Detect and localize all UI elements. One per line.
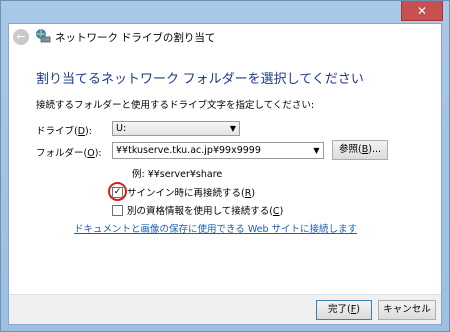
folder-value: ¥¥tkuserve.tku.ac.jp¥99x9999	[116, 145, 261, 156]
drive-value: U:	[116, 123, 127, 134]
finish-button[interactable]: 完了(F)	[316, 300, 372, 320]
window-title: ネットワーク ドライブの割り当て	[55, 32, 216, 44]
close-button[interactable]: ✕	[401, 1, 443, 21]
close-icon: ✕	[416, 3, 428, 18]
other-credentials-label: 別の資格情報を使用して接続する(C)	[127, 206, 284, 217]
web-site-link[interactable]: ドキュメントと画像の保存に使用できる Web サイトに接続します	[74, 221, 357, 235]
page-title: 割り当てるネットワーク フォルダーを選択してください	[36, 71, 364, 86]
cancel-button[interactable]: キャンセル	[378, 300, 436, 320]
wizard-window: ✕ ← ネットワーク ドライブの割り当て 割り当てるネットワーク フォルダーを選…	[0, 0, 450, 332]
network-drive-icon	[36, 29, 51, 43]
reconnect-checkbox[interactable]: ✓	[112, 186, 123, 198]
example-text: 例: ¥¥server¥share	[132, 169, 223, 180]
browse-button[interactable]: 参照(B)...	[332, 140, 388, 160]
chevron-down-icon[interactable]: ▼	[309, 143, 323, 158]
back-arrow-icon: ←	[16, 30, 26, 43]
drive-letter-select[interactable]: U: ▼	[112, 121, 240, 136]
wizard-content: ← ネットワーク ドライブの割り当て 割り当てるネットワーク フォルダーを選択し…	[8, 23, 442, 325]
wizard-header: ← ネットワーク ドライブの割り当て	[9, 24, 441, 50]
wizard-footer: 完了(F) キャンセル	[9, 294, 441, 324]
folder-label: フォルダー(O):	[36, 148, 102, 159]
reconnect-label: サインイン時に再接続する(R)	[127, 188, 256, 199]
instruction-text: 接続するフォルダーと使用するドライブ文字を指定してください:	[36, 100, 315, 111]
folder-path-input[interactable]: ¥¥tkuserve.tku.ac.jp¥99x9999 ▼	[112, 142, 324, 159]
back-button[interactable]: ←	[13, 29, 29, 45]
reconnect-row[interactable]: ✓ サインイン時に再接続する(R)	[112, 185, 255, 199]
other-credentials-checkbox[interactable]	[112, 204, 123, 216]
drive-label: ドライブ(D):	[36, 126, 92, 137]
chevron-down-icon: ▼	[229, 124, 236, 133]
other-credentials-row[interactable]: 別の資格情報を使用して接続する(C)	[112, 203, 283, 217]
